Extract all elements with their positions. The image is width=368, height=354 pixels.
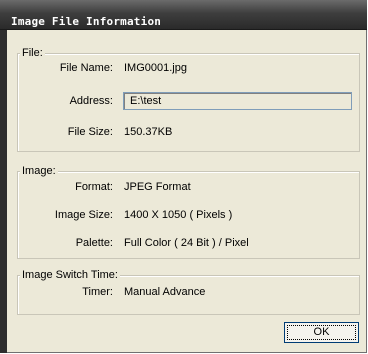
image-size-value: 1400 X 1050 ( Pixels ) <box>124 209 233 221</box>
timer-value: Manual Advance <box>124 286 206 298</box>
window-left-edge <box>0 30 7 353</box>
address-field[interactable]: E:\test <box>123 92 352 110</box>
timer-label: Timer: <box>82 286 113 298</box>
ok-button[interactable]: OK <box>284 322 359 343</box>
file-name-label: File Name: <box>59 62 113 74</box>
palette-value: Full Color ( 24 Bit ) / Pixel <box>124 237 249 249</box>
address-label: Address: <box>69 95 113 107</box>
file-group-legend: File: <box>20 47 45 59</box>
palette-label: Palette: <box>75 237 113 249</box>
image-group-legend: Image: <box>20 165 58 177</box>
file-name-value: IMG0001.jpg <box>124 62 187 74</box>
file-size-label: File Size: <box>67 126 113 138</box>
format-label: Format: <box>75 181 113 193</box>
image-size-label: Image Size: <box>54 209 113 221</box>
title-bar[interactable]: Image File Information <box>0 0 367 30</box>
address-value: E:\test <box>130 95 162 107</box>
format-value: JPEG Format <box>124 181 191 193</box>
switch-time-group-legend: Image Switch Time: <box>20 269 120 281</box>
file-size-value: 150.37KB <box>124 126 173 138</box>
window-title: Image File Information <box>11 15 162 28</box>
